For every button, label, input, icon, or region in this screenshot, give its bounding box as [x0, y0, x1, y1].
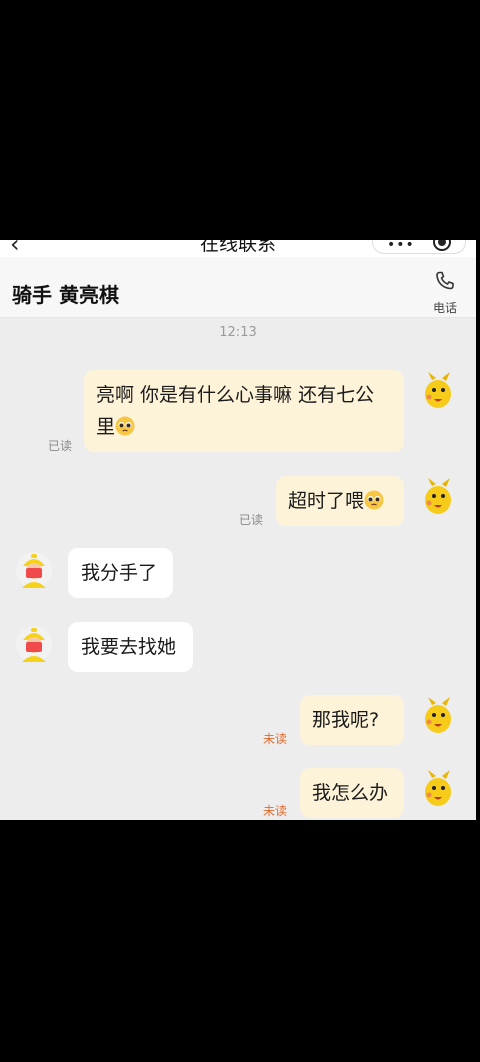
message-bubble-outgoing[interactable]: 超时了喂	[276, 476, 404, 526]
message-bubble-outgoing[interactable]: 亮啊 你是有什么心事嘛 还有七公 里	[84, 370, 404, 452]
rider-name: 骑手 黄亮棋	[12, 283, 119, 307]
capsule-menu: •••	[372, 240, 466, 254]
pleading-face-emoji-icon	[364, 490, 384, 510]
message-text: 我分手了	[81, 562, 158, 584]
message-text: 里	[96, 416, 116, 438]
unread-status: 未读	[263, 804, 288, 818]
message-text: 我怎么办	[312, 782, 389, 804]
user-avatar[interactable]	[418, 768, 458, 812]
rider-avatar[interactable]	[14, 622, 54, 666]
close-miniprogram-icon[interactable]	[433, 240, 451, 251]
phone-label: 电话	[432, 301, 457, 315]
unread-status: 未读	[263, 732, 288, 746]
call-button[interactable]: 电话	[428, 269, 462, 316]
more-options-icon[interactable]: •••	[387, 240, 415, 253]
read-status: 已读	[48, 439, 73, 453]
message-bubble-incoming[interactable]: 我分手了	[68, 548, 173, 598]
message-bubble-outgoing[interactable]: 我怎么办	[300, 768, 404, 818]
message-text: 我要去找她	[81, 636, 177, 658]
user-avatar[interactable]	[418, 476, 458, 520]
pleading-face-emoji-icon	[115, 416, 135, 436]
message-text: 超时了喂	[288, 490, 365, 512]
message-timestamp: 12:13	[219, 325, 257, 340]
top-nav-bar: ‹ 在线联系 •••	[0, 240, 476, 257]
user-avatar[interactable]	[418, 370, 458, 414]
message-text: 那我呢?	[312, 709, 380, 731]
message-bubble-outgoing[interactable]: 那我呢?	[300, 695, 404, 745]
message-bubble-incoming[interactable]: 我要去找她	[68, 622, 193, 672]
chat-header: 骑手 黄亮棋 电话	[0, 257, 476, 318]
chat-screen: ‹ 在线联系 ••• 骑手 黄亮棋 电话 12:13 已读 亮啊 你是有什么心事…	[0, 240, 476, 820]
message-text: 亮啊 你是有什么心事嘛 还有七公	[96, 384, 375, 406]
rider-avatar[interactable]	[14, 548, 54, 592]
read-status: 已读	[239, 513, 264, 527]
user-avatar[interactable]	[418, 695, 458, 739]
phone-icon	[436, 271, 454, 290]
